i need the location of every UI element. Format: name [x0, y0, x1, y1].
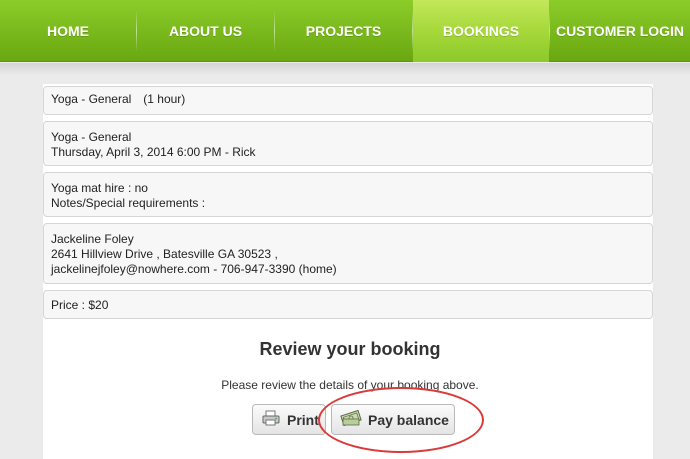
nav-home-label: HOME — [47, 23, 89, 39]
customer-name: Jackeline Foley — [51, 232, 134, 246]
top-navigation: HOME ABOUT US PROJECTS BOOKINGS CUSTOMER… — [0, 0, 690, 62]
customer-box: Jackeline Foley 2641 Hillview Drive , Ba… — [43, 223, 653, 284]
price-text: Price : $20 — [51, 298, 109, 312]
nav-customer-login[interactable]: CUSTOMER LOGIN — [550, 0, 690, 62]
customer-address: 2641 Hillview Drive , Batesville GA 3052… — [51, 247, 278, 261]
mat-hire-text: Yoga mat hire : no — [51, 181, 148, 195]
nav-about-us-label: ABOUT US — [168, 23, 243, 39]
nav-home[interactable]: HOME — [0, 0, 136, 62]
extras-box: Yoga mat hire : no Notes/Special require… — [43, 172, 653, 217]
notes-text: Notes/Special requirements : — [51, 196, 206, 210]
nav-projects-label: PROJECTS — [305, 23, 382, 39]
review-title: Review your booking — [259, 339, 441, 359]
service-summary-box: Yoga - General (1 hour) — [43, 86, 653, 115]
print-button-label: Print — [287, 411, 319, 428]
service-name: Yoga - General — [51, 92, 132, 106]
customer-contact: jackelinejfoley@nowhere.com - 706-947-33… — [51, 262, 337, 276]
printer-icon — [261, 410, 281, 429]
nav-customer-login-label: CUSTOMER LOGIN — [555, 23, 685, 39]
appointment-service: Yoga - General — [51, 130, 132, 144]
appointment-box: Yoga - General Thursday, April 3, 2014 6… — [43, 121, 653, 166]
nav-bookings[interactable]: BOOKINGS — [413, 0, 549, 62]
nav-projects[interactable]: PROJECTS — [275, 0, 412, 62]
print-button[interactable]: Print — [252, 404, 326, 435]
review-instructions: Please review the details of your bookin… — [221, 378, 479, 392]
nav-bookings-label: BOOKINGS — [442, 23, 520, 39]
pay-balance-button[interactable]: Pay balance — [331, 404, 455, 435]
appointment-datetime: Thursday, April 3, 2014 6:00 PM - Rick — [51, 145, 256, 159]
nav-shadow — [0, 63, 690, 75]
money-icon — [340, 409, 362, 429]
nav-about-us[interactable]: ABOUT US — [137, 0, 274, 62]
service-duration: (1 hour) — [143, 92, 186, 106]
price-box: Price : $20 — [43, 290, 653, 319]
pay-balance-label: Pay balance — [368, 411, 449, 428]
